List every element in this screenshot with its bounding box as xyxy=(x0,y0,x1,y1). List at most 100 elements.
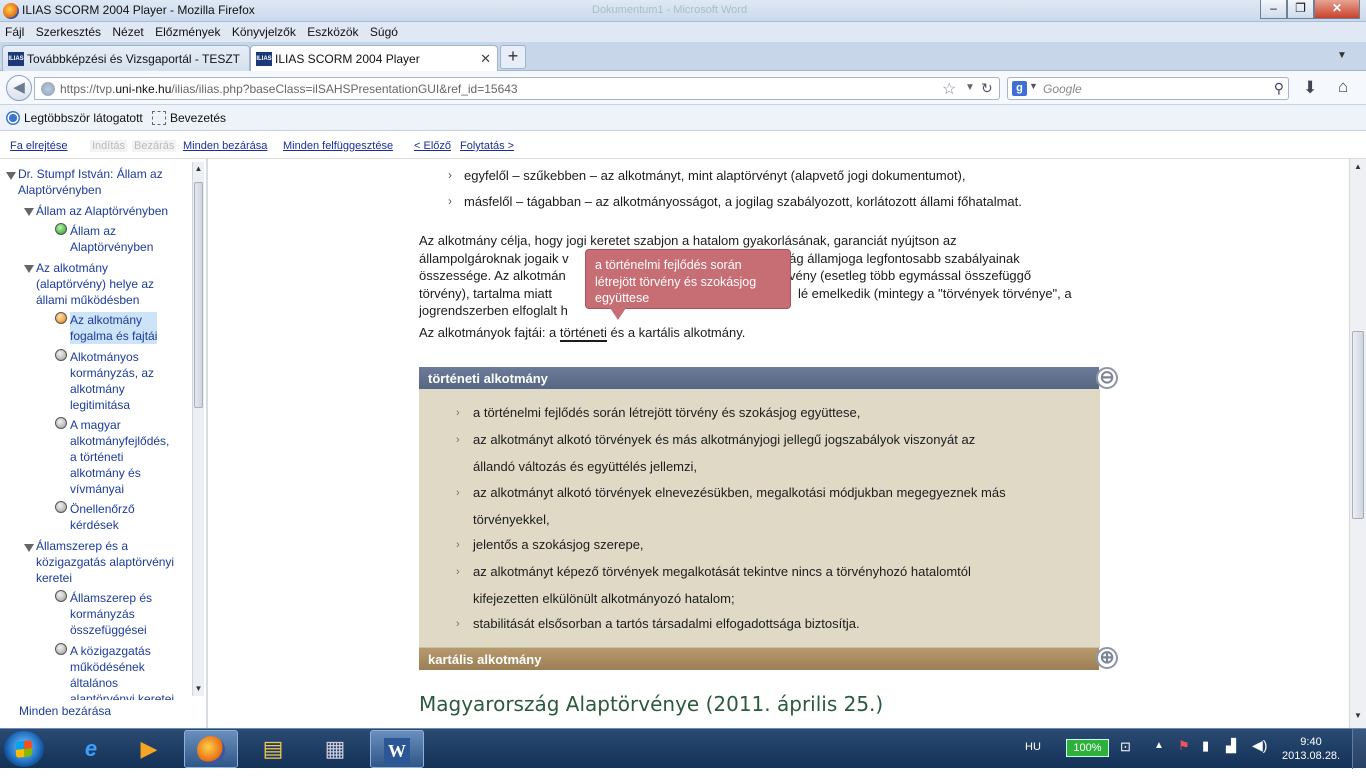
menu-bookmarks[interactable]: Könyvjelzők xyxy=(228,22,300,42)
search-input[interactable]: Google xyxy=(1043,82,1082,96)
continue-link[interactable]: Folytatás > xyxy=(460,140,514,152)
windows-taskbar: e ▶ ▤ ▦ W HU 100% ⊡ ▲ ⚑ ▮ ▟ ◀) 9:40 2013.… xyxy=(0,728,1366,769)
expand-toggle-icon[interactable] xyxy=(24,544,34,552)
expand-toggle-icon[interactable] xyxy=(24,265,34,273)
google-icon[interactable]: g xyxy=(1012,81,1027,96)
status-not-attempted-icon xyxy=(55,349,67,361)
suspend-all-link[interactable]: Minden felfüggesztése xyxy=(283,140,393,152)
status-not-attempted-icon xyxy=(55,501,67,513)
list-item: › másfelől – tágabban – az alkotmányosság… xyxy=(448,194,1022,209)
site-identity-icon[interactable] xyxy=(41,82,55,96)
media-player-icon[interactable]: ▶ xyxy=(122,730,176,768)
tree-chapter-allamszerep[interactable]: Államszerep és a közigazgatás alaptörvény… xyxy=(36,538,174,586)
bookmark-bevezetes[interactable]: Bevezetés xyxy=(152,111,226,125)
url-bar[interactable]: https://tvp.uni-nke.hu/ilias/ilias.php?b… xyxy=(34,77,1000,100)
expand-toggle-icon[interactable] xyxy=(24,208,34,216)
reload-icon[interactable]: ↻ xyxy=(981,80,993,97)
tree-item-fogalma[interactable]: Az alkotmány fogalma és fajtái xyxy=(70,312,158,344)
menu-file[interactable]: Fájl xyxy=(1,22,28,42)
network-icon[interactable]: ⊡ xyxy=(1120,739,1131,755)
tree-item-kormanyzas-osszefuggesei[interactable]: Államszerep és kormányzás összefüggései xyxy=(70,590,152,638)
collapse-icon[interactable]: ⊖ xyxy=(1096,367,1118,389)
tree-scroll-thumb[interactable] xyxy=(194,182,203,408)
tree-chapter-allam[interactable]: Állam az Alaptörvényben xyxy=(36,203,168,219)
download-icon[interactable]: ⬇ xyxy=(1303,78,1317,98)
menu-view[interactable]: Nézet xyxy=(108,22,147,42)
tab-label: Továbbképzési és Vizsgaportál - TESZT xyxy=(27,52,240,66)
tab-bar: ILIAS Továbbképzési és Vizsgaportál - TE… xyxy=(0,42,1366,71)
bookmark-most-visited[interactable]: Legtöbbször látogatott xyxy=(6,111,143,125)
search-engine-dropdown-icon[interactable]: ▼ xyxy=(1029,81,1038,91)
language-indicator[interactable]: HU xyxy=(1025,741,1041,753)
tree-root[interactable]: Dr. Stumpf István: Állam az Alaptörvénybe… xyxy=(18,166,163,198)
scroll-down-icon[interactable]: ▼ xyxy=(1350,711,1366,720)
content-scroll-thumb[interactable] xyxy=(1352,331,1364,519)
power-icon[interactable]: ▮ xyxy=(1202,738,1209,754)
firefox-icon xyxy=(3,3,19,19)
accordion-header-torteneti[interactable]: történeti alkotmány xyxy=(419,367,1099,389)
background-window-title: Dokumentum1 - Microsoft Word xyxy=(592,4,748,16)
bookmark-star-icon[interactable]: ☆ xyxy=(942,79,956,99)
menu-edit[interactable]: Szerkesztés xyxy=(32,22,105,42)
menu-history[interactable]: Előzmények xyxy=(151,22,224,42)
start-link: Indítás xyxy=(90,140,128,152)
list-item: › az alkotmányt alkotó törvények elnevezé… xyxy=(456,485,1006,527)
expand-icon[interactable]: ⊕ xyxy=(1096,647,1118,669)
calculator-icon[interactable]: ▦ xyxy=(308,730,362,768)
firefox-taskbar-icon[interactable] xyxy=(184,730,238,768)
accordion-header-kartalis[interactable]: kartális alkotmány xyxy=(419,648,1099,670)
most-visited-icon xyxy=(6,111,20,125)
signal-icon[interactable]: ▟ xyxy=(1226,738,1236,754)
close-all-link[interactable]: Minden bezárása xyxy=(183,140,267,152)
tree-item-kozigazgatas[interactable]: A közigazgatás működésének általános alaptö… xyxy=(70,643,174,700)
menu-help[interactable]: Súgó xyxy=(366,22,402,42)
back-button[interactable]: ◀ xyxy=(6,75,32,101)
course-tree: Dr. Stumpf István: Állam az Alaptörvénybe… xyxy=(0,159,192,700)
list-item: › stabilitását elsősorban a tartós társad… xyxy=(456,616,860,631)
tree-item-allam[interactable]: Állam az Alaptörvényben xyxy=(70,223,153,255)
url-text[interactable]: https://tvp.uni-nke.hu/ilias/ilias.php?b… xyxy=(60,82,518,96)
menu-tools[interactable]: Eszközök xyxy=(303,22,362,42)
url-dropdown-icon[interactable]: ▼ xyxy=(965,82,975,93)
close-window-button[interactable]: ✕ xyxy=(1314,0,1360,19)
tree-item-fejlodes[interactable]: A magyar alkotmányfejlődés, a történeti alk… xyxy=(70,417,169,497)
hide-tree-link[interactable]: Fa elrejtése xyxy=(10,140,67,152)
content-scrollbar[interactable]: ▲ ▼ xyxy=(1349,159,1366,728)
tree-scrollbar[interactable]: ▲ ▼ xyxy=(192,162,204,696)
status-not-attempted-icon xyxy=(55,643,67,655)
internet-explorer-icon[interactable]: e xyxy=(64,730,118,768)
scroll-up-icon[interactable]: ▲ xyxy=(1350,162,1366,171)
start-button[interactable] xyxy=(4,731,44,767)
explorer-folder-icon[interactable]: ▤ xyxy=(246,730,300,768)
tab-portal[interactable]: ILIAS Továbbképzési és Vizsgaportál - TE… xyxy=(2,45,250,71)
expand-toggle-icon[interactable] xyxy=(6,172,16,180)
word-taskbar-icon[interactable]: W xyxy=(370,730,424,768)
home-icon[interactable]: ⌂ xyxy=(1338,77,1348,97)
scroll-up-icon[interactable]: ▲ xyxy=(193,164,204,173)
search-box[interactable]: g ▼ Google ⚲ xyxy=(1007,77,1289,100)
action-center-icon[interactable]: ⚑ xyxy=(1178,738,1190,754)
show-desktop-button[interactable] xyxy=(1352,729,1366,769)
ilias-favicon-icon: ILIAS xyxy=(256,52,272,66)
scroll-down-icon[interactable]: ▼ xyxy=(193,684,204,693)
tab-label: ILIAS SCORM 2004 Player xyxy=(275,52,420,66)
tab-scorm-player[interactable]: ILIAS ILIAS SCORM 2004 Player ✕ xyxy=(250,45,498,71)
system-clock[interactable]: 9:40 2013.08.28. xyxy=(1282,735,1340,763)
tree-item-kormanyzas[interactable]: Alkotmányos kormányzás, az alkotmány legiti… xyxy=(70,349,154,413)
show-hidden-icons-icon[interactable]: ▲ xyxy=(1154,740,1164,751)
tab-list-chevron-icon[interactable]: ▼ xyxy=(1337,50,1347,61)
new-tab-button[interactable]: + xyxy=(500,45,526,69)
maximize-button[interactable]: ❐ xyxy=(1287,0,1314,19)
previous-link[interactable]: < Előző xyxy=(414,140,451,152)
close-tab-icon[interactable]: ✕ xyxy=(480,51,491,67)
minimize-button[interactable]: – xyxy=(1260,0,1287,19)
glossary-term-torteneti[interactable]: történeti xyxy=(559,325,607,342)
search-icon[interactable]: ⚲ xyxy=(1274,80,1284,97)
list-item: › jelentős a szokásjog szerepe, xyxy=(456,537,644,552)
status-completed-icon xyxy=(55,223,67,235)
tree-chapter-alkotmany[interactable]: Az alkotmány (alaptörvény) helye az állami… xyxy=(36,260,154,308)
tree-close-all-link[interactable]: Minden bezárása xyxy=(19,704,111,718)
battery-indicator[interactable]: 100% xyxy=(1066,739,1109,757)
volume-icon[interactable]: ◀) xyxy=(1252,737,1267,754)
tree-item-onellenorzo[interactable]: Önellenőrző kérdések xyxy=(70,501,135,533)
